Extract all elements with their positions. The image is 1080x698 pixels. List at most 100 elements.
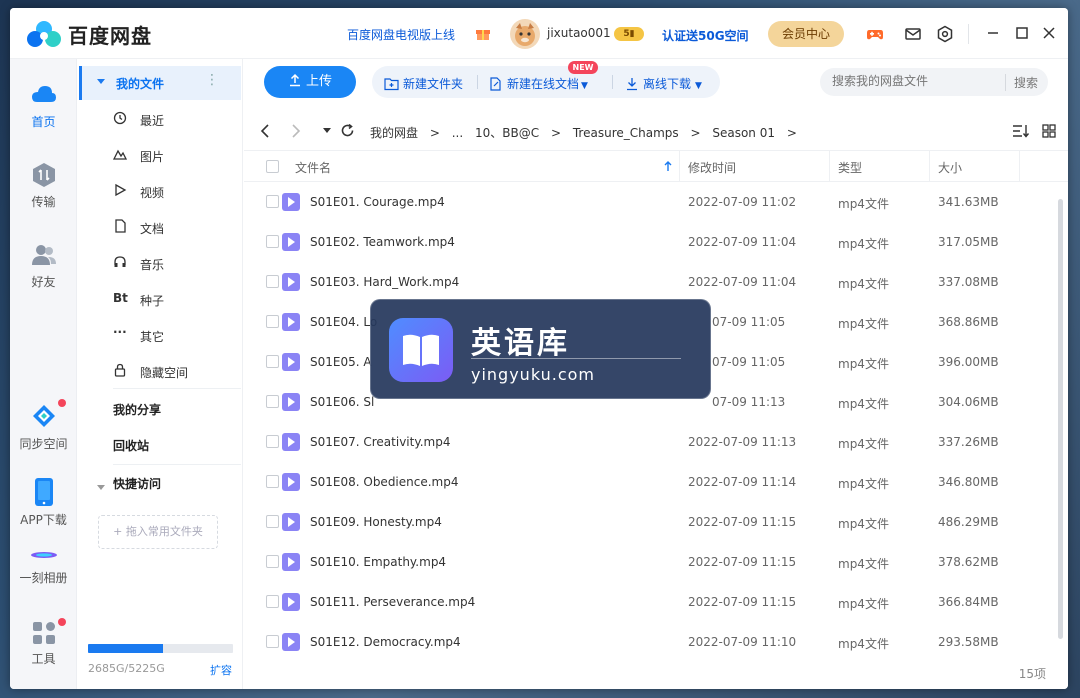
table-row[interactable]: S01E02. Teamwork.mp4 2022-07-09 11:04 mp4文… [244, 222, 1056, 262]
scrollbar[interactable] [1058, 199, 1063, 639]
select-all-checkbox[interactable] [266, 160, 279, 173]
sort-ascending-icon[interactable] [664, 161, 672, 172]
video-file-icon [282, 353, 300, 371]
table-row[interactable]: S01E07. Creativity.mp4 2022-07-09 11:13 mp… [244, 422, 1056, 462]
more-vertical-icon[interactable]: ⋮ [205, 73, 219, 87]
offline-download-button[interactable]: 离线下载 ▼ [625, 75, 702, 92]
rail-item-app-download[interactable]: APP下载 [10, 477, 77, 528]
maximize-icon[interactable] [1014, 25, 1030, 41]
breadcrumb-separator: > [786, 126, 797, 140]
breadcrumb-item[interactable]: Treasure_Champs [573, 126, 679, 140]
sidebar-my-files[interactable]: 我的文件 ⋮ [79, 66, 241, 100]
file-name[interactable]: S01E12. Democracy.mp4 [310, 635, 461, 649]
rail-item-album[interactable]: 一刻相册 [10, 545, 77, 586]
rail-item-home[interactable]: 首页 [10, 81, 77, 130]
sidebar-item-videos[interactable]: 视频 [77, 176, 243, 206]
column-header-name[interactable]: 文件名 [295, 159, 331, 176]
caret-down-icon[interactable] [97, 485, 105, 490]
dropdown-caret-icon[interactable]: ▼ [695, 81, 702, 91]
row-checkbox[interactable] [266, 595, 279, 608]
sort-icon[interactable] [1012, 124, 1030, 138]
sidebar-label: 隐藏空间 [140, 366, 189, 380]
quick-access-dropzone[interactable]: + 拖入常用文件夹 [98, 515, 218, 549]
file-name[interactable]: S01E06. Sl [310, 395, 374, 409]
file-name[interactable]: S01E01. Courage.mp4 [310, 195, 445, 209]
row-checkbox[interactable] [266, 275, 279, 288]
game-controller-icon[interactable] [866, 25, 884, 43]
upload-button[interactable]: 上传 [264, 66, 356, 98]
minimize-icon[interactable] [985, 25, 1001, 41]
new-folder-button[interactable]: 新建文件夹 [384, 75, 463, 92]
row-checkbox[interactable] [266, 555, 279, 568]
file-name[interactable]: S01E03. Hard_Work.mp4 [310, 275, 459, 289]
history-dropdown-icon[interactable] [323, 128, 331, 134]
file-name[interactable]: S01E07. Creativity.mp4 [310, 435, 450, 449]
sidebar-recycle-bin[interactable]: 回收站 [113, 437, 149, 454]
file-name[interactable]: S01E08. Obedience.mp4 [310, 475, 459, 489]
table-row[interactable]: S01E03. Hard_Work.mp4 2022-07-09 11:04 mp4… [244, 262, 1056, 302]
sidebar-item-torrents[interactable]: Bt 种子 [77, 284, 243, 314]
row-checkbox[interactable] [266, 235, 279, 248]
row-checkbox[interactable] [266, 355, 279, 368]
grid-view-icon[interactable] [1042, 124, 1056, 138]
search-button[interactable]: 搜索 [1004, 74, 1038, 91]
sidebar-item-others[interactable]: ··· 其它 [77, 320, 243, 350]
file-name[interactable]: S01E11. Perseverance.mp4 [310, 595, 475, 609]
avatar[interactable] [510, 19, 540, 49]
document-edit-icon [490, 77, 501, 91]
sidebar-item-hidden-space[interactable]: 隐藏空间 [77, 356, 243, 386]
storage-quota-bar [88, 644, 233, 653]
username[interactable]: jixutao001 [547, 26, 611, 40]
search-input[interactable] [832, 74, 1002, 88]
breadcrumb-item[interactable]: Season 01 [712, 126, 775, 140]
file-name[interactable]: S01E05. A [310, 355, 372, 369]
breadcrumb-item[interactable]: ... [452, 126, 463, 140]
sidebar-item-recent[interactable]: 最近 [77, 104, 243, 134]
file-name[interactable]: S01E09. Honesty.mp4 [310, 515, 442, 529]
table-row[interactable]: S01E01. Courage.mp4 2022-07-09 11:02 mp4文件… [244, 182, 1056, 222]
table-row[interactable]: S01E09. Honesty.mp4 2022-07-09 11:15 mp4文件… [244, 502, 1056, 542]
rail-item-sync-space[interactable]: 同步空间 [10, 399, 77, 452]
row-checkbox[interactable] [266, 195, 279, 208]
sidebar-my-share[interactable]: 我的分享 [113, 401, 161, 418]
sidebar-item-documents[interactable]: 文档 [77, 212, 243, 242]
settings-gear-icon[interactable] [936, 25, 954, 43]
table-row[interactable]: S01E11. Perseverance.mp4 2022-07-09 11:15… [244, 582, 1056, 622]
table-row[interactable]: S01E12. Democracy.mp4 2022-07-09 11:10 mp4… [244, 622, 1056, 662]
refresh-icon[interactable] [340, 123, 355, 138]
close-icon[interactable] [1041, 25, 1057, 41]
expand-storage-link[interactable]: 扩容 [210, 662, 232, 678]
column-header-size[interactable]: 大小 [938, 159, 962, 176]
row-checkbox[interactable] [266, 475, 279, 488]
rail-item-transfer[interactable]: 传输 [10, 161, 77, 210]
row-checkbox[interactable] [266, 635, 279, 648]
table-row[interactable]: S01E10. Empathy.mp4 2022-07-09 11:15 mp4文件… [244, 542, 1056, 582]
file-name[interactable]: S01E02. Teamwork.mp4 [310, 235, 455, 249]
column-header-type[interactable]: 类型 [838, 159, 862, 176]
gift-icon[interactable] [475, 25, 491, 41]
file-name[interactable]: S01E10. Empathy.mp4 [310, 555, 446, 569]
rail-item-tools[interactable]: 工具 [10, 618, 77, 667]
breadcrumb-item[interactable]: 我的网盘 [370, 126, 418, 140]
new-online-doc-button[interactable]: 新建在线文档 ▼ [489, 75, 588, 92]
tv-version-link[interactable]: 百度网盘电视版上线 [347, 26, 455, 43]
row-checkbox[interactable] [266, 435, 279, 448]
column-header-modified[interactable]: 修改时间 [688, 159, 736, 176]
row-checkbox[interactable] [266, 395, 279, 408]
table-row[interactable]: S01E08. Obedience.mp4 2022-07-09 11:14 mp4… [244, 462, 1056, 502]
sidebar-item-music[interactable]: 音乐 [77, 248, 243, 278]
forward-arrow-icon[interactable] [291, 124, 301, 138]
rail-item-friends[interactable]: 好友 [10, 241, 77, 290]
vip-center-button[interactable]: 会员中心 [768, 21, 844, 47]
row-checkbox[interactable] [266, 315, 279, 328]
sidebar-item-images[interactable]: 图片 [77, 140, 243, 170]
file-name[interactable]: S01E04. Lo [310, 315, 377, 329]
dropdown-caret-icon[interactable]: ▼ [581, 81, 588, 91]
caret-down-icon[interactable] [97, 79, 105, 84]
breadcrumb-item[interactable]: 10、BB@C [475, 126, 539, 140]
sidebar-quick-access[interactable]: 快捷访问 [113, 475, 161, 492]
back-arrow-icon[interactable] [260, 124, 270, 138]
row-checkbox[interactable] [266, 515, 279, 528]
certify-link[interactable]: 认证送50G空间 [662, 27, 749, 44]
mail-icon[interactable] [904, 25, 922, 43]
